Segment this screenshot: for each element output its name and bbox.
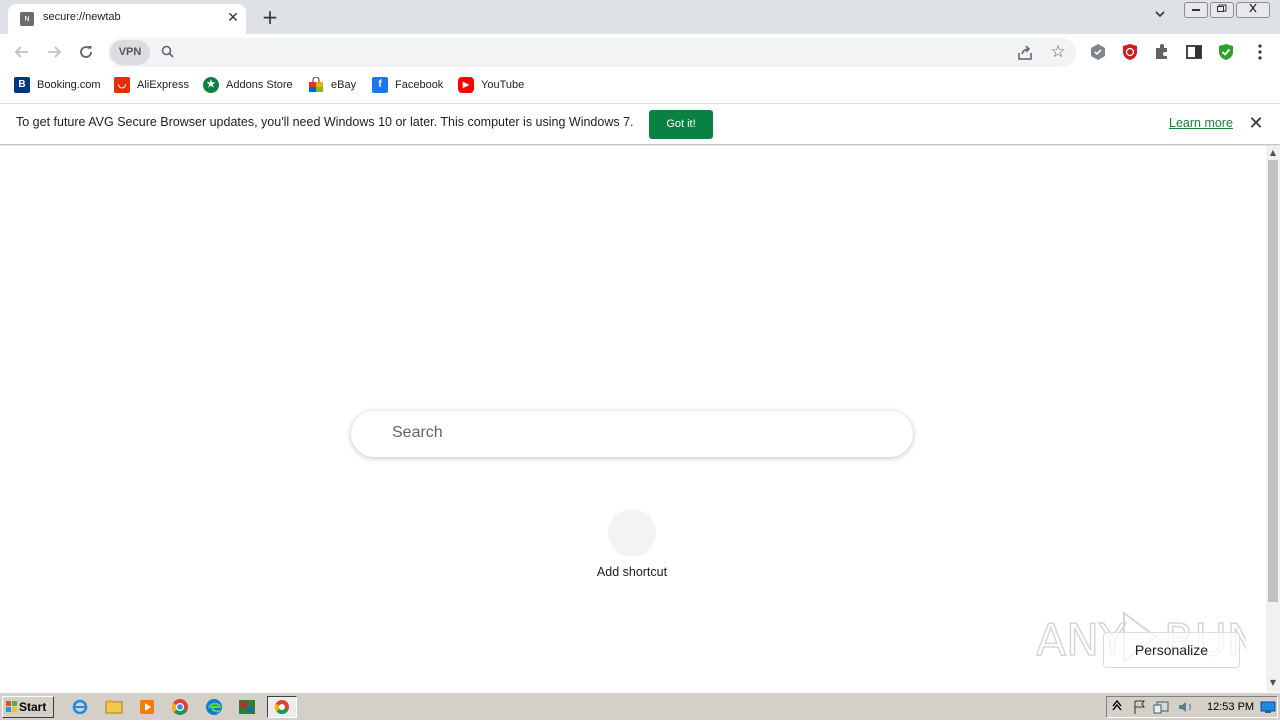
windows-taskbar: Start 12:53 PM: [0, 692, 1280, 720]
bookmark-aliexpress[interactable]: ◡ AliExpress: [114, 77, 189, 93]
bookmark-label: Facebook: [395, 79, 444, 91]
bookmark-facebook[interactable]: f Facebook: [372, 77, 443, 93]
extensions-puzzle-icon[interactable]: [1152, 42, 1172, 62]
menu-kebab-icon[interactable]: [1250, 42, 1270, 62]
tab-search-chevron-icon[interactable]: [1150, 8, 1170, 26]
bookmark-addons-store[interactable]: ★ Addons Store: [203, 77, 293, 93]
facebook-icon: f: [372, 77, 388, 93]
avg-browser-taskbar-icon[interactable]: [267, 696, 297, 718]
address-input[interactable]: [184, 41, 1004, 64]
aliexpress-icon: ◡: [114, 77, 130, 93]
tab-close-icon[interactable]: ✕: [224, 9, 242, 27]
omnibox[interactable]: VPN ☆: [108, 38, 1076, 67]
window-minimize-button[interactable]: [1184, 2, 1208, 18]
got-it-button[interactable]: Got it!: [649, 110, 713, 139]
app-taskbar-icon[interactable]: [232, 696, 262, 718]
infobar-message: To get future AVG Secure Browser updates…: [16, 115, 634, 129]
bookmark-booking[interactable]: B Booking.com: [14, 77, 101, 93]
scroll-up-arrow-icon[interactable]: ▲: [1266, 146, 1280, 160]
bookmark-label: Booking.com: [37, 79, 101, 91]
chrome-taskbar-icon[interactable]: [165, 696, 195, 718]
edge-taskbar-icon[interactable]: [199, 696, 229, 718]
share-icon[interactable]: [1016, 44, 1034, 62]
booking-icon: B: [14, 77, 30, 93]
add-shortcut-button[interactable]: [608, 509, 656, 557]
bookmark-label: AliExpress: [137, 79, 189, 91]
start-button[interactable]: Start: [2, 696, 54, 718]
bookmark-label: Addons Store: [226, 79, 293, 91]
youtube-icon: ▶: [458, 77, 474, 93]
new-tab-page: Search Add shortcut ANY RUN Personalize: [0, 146, 1266, 692]
add-shortcut-label[interactable]: Add shortcut: [572, 565, 692, 579]
addons-store-icon: ★: [203, 77, 219, 93]
page-scrollbar[interactable]: ▲ ▼: [1266, 146, 1280, 692]
internet-explorer-taskbar-icon[interactable]: [66, 696, 96, 718]
browser-toolbar: VPN ☆: [0, 34, 1280, 70]
tab-title: secure://newtab: [43, 11, 121, 23]
tab-newtab[interactable]: N secure://newtab ✕: [8, 4, 246, 34]
adblock-shield-icon[interactable]: [1120, 42, 1140, 62]
start-label: Start: [19, 700, 47, 714]
bookmark-ebay[interactable]: eBay: [308, 76, 357, 93]
ntp-search-placeholder: Search: [392, 424, 443, 441]
vpn-button[interactable]: VPN: [110, 40, 150, 65]
bookmark-label: eBay: [331, 79, 357, 91]
personalize-button[interactable]: Personalize: [1103, 632, 1240, 668]
show-desktop-icon[interactable]: [1260, 700, 1276, 714]
bookmark-star-icon[interactable]: ☆: [1048, 42, 1068, 62]
system-tray: 12:53 PM: [1106, 696, 1278, 718]
avg-privacy-extension-icon[interactable]: [1088, 42, 1108, 62]
forward-button[interactable]: [42, 40, 66, 64]
ebay-icon: [308, 76, 324, 93]
update-infobar: To get future AVG Secure Browser updates…: [0, 103, 1280, 145]
reload-button[interactable]: [74, 40, 98, 64]
tab-favicon-icon: N: [20, 12, 34, 26]
side-panel-icon[interactable]: [1184, 42, 1204, 62]
search-icon: [160, 44, 176, 60]
learn-more-link[interactable]: Learn more: [1169, 116, 1233, 130]
window-restore-button[interactable]: [1210, 2, 1234, 18]
scroll-down-arrow-icon[interactable]: ▼: [1266, 676, 1280, 690]
bookmarks-bar: B Booking.com ◡ AliExpress ★ Addons Stor…: [0, 70, 1280, 100]
security-check-shield-icon[interactable]: [1216, 42, 1236, 62]
infobar-close-icon[interactable]: ✕: [1246, 114, 1266, 134]
new-tab-button[interactable]: +: [258, 6, 282, 28]
window-close-button[interactable]: [1236, 2, 1270, 18]
ntp-search-box[interactable]: Search: [351, 411, 913, 457]
taskbar-clock[interactable]: 12:53 PM: [1207, 701, 1254, 713]
scroll-thumb[interactable]: [1268, 160, 1278, 602]
tab-strip: N secure://newtab ✕ +: [0, 0, 1280, 34]
windows-logo-icon: [6, 701, 17, 712]
media-player-taskbar-icon[interactable]: [132, 696, 162, 718]
bookmark-youtube[interactable]: ▶ YouTube: [458, 77, 524, 93]
back-button[interactable]: [10, 40, 34, 64]
file-explorer-taskbar-icon[interactable]: [99, 696, 129, 718]
bookmark-label: YouTube: [481, 79, 525, 91]
